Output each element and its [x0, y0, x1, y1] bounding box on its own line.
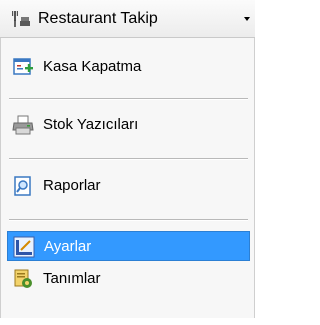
- dropdown-menu: Kasa Kapatma Stok Yazıcıları Raporlar Ay…: [0, 38, 255, 318]
- restaurant-tools-icon: [10, 8, 32, 30]
- printer-icon: [12, 114, 34, 136]
- menu-item-label: Tanımlar: [43, 270, 101, 287]
- menu-item-stok-yazicilari[interactable]: Stok Yazıcıları: [7, 110, 250, 140]
- menu-separator: [9, 158, 248, 160]
- menu-item-tanimlar[interactable]: Tanımlar: [7, 264, 250, 294]
- menu-item-kasa-kapatma[interactable]: Kasa Kapatma: [7, 52, 250, 82]
- window-background: [0, 318, 255, 325]
- menu-item-label: Stok Yazıcıları: [43, 116, 139, 133]
- report-search-icon: [12, 175, 34, 197]
- settings-ruler-icon: [13, 236, 35, 258]
- definitions-icon: [12, 268, 34, 290]
- menu-item-ayarlar[interactable]: Ayarlar: [7, 231, 250, 261]
- menu-separator: [9, 98, 248, 100]
- chevron-down-icon: [244, 17, 250, 21]
- cash-register-icon: [12, 56, 34, 78]
- menu-item-raporlar[interactable]: Raporlar: [7, 171, 250, 201]
- restaurant-takip-dropdown-button[interactable]: Restaurant Takip: [0, 0, 255, 38]
- menu-item-label: Kasa Kapatma: [43, 58, 142, 75]
- menu-separator: [9, 219, 248, 221]
- menu-item-label: Ayarlar: [44, 238, 92, 255]
- menu-item-label: Raporlar: [43, 177, 101, 194]
- menu-screen: Restaurant Takip Kasa Kapatma Stok Yazıc…: [0, 0, 255, 325]
- menu-title: Restaurant Takip: [38, 10, 158, 27]
